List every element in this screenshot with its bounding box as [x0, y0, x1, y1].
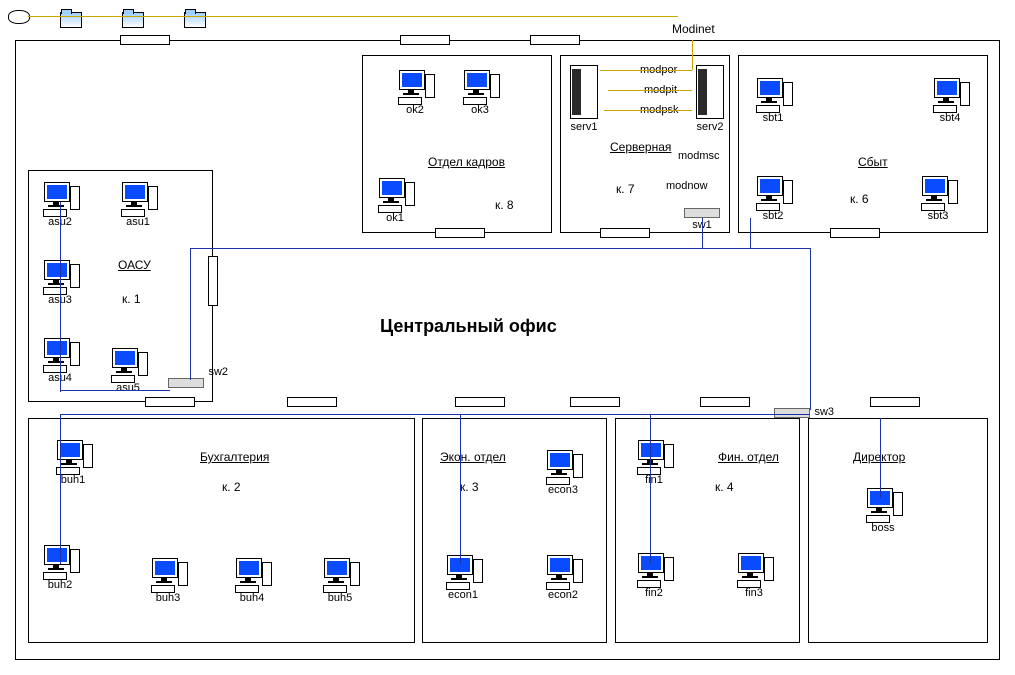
room-title-buh: Бухгалтерия — [200, 450, 269, 464]
pc-label: sbt4 — [940, 112, 961, 124]
pc-icon: buh5 — [320, 558, 360, 598]
door-icon — [600, 228, 650, 238]
door-icon — [435, 228, 485, 238]
pc-label: fin2 — [645, 587, 663, 599]
door-icon — [208, 256, 218, 306]
folder-icon — [184, 12, 206, 28]
pc-icon: buh1 — [53, 440, 93, 480]
pc-icon: sbt2 — [753, 176, 793, 216]
pc-label: buh4 — [240, 592, 264, 604]
door-icon — [530, 35, 580, 45]
pc-label: econ1 — [448, 589, 478, 601]
pc-label: sbt1 — [763, 112, 784, 124]
pc-icon: econ1 — [443, 555, 483, 595]
pc-label: asu5 — [116, 382, 140, 394]
server-label: serv2 — [697, 121, 724, 133]
room-title-hr: Отдел кадров — [428, 155, 505, 169]
pc-icon: sbt4 — [930, 78, 970, 118]
pc-icon: fin2 — [634, 553, 674, 593]
server-label: serv1 — [571, 121, 598, 133]
door-icon — [455, 397, 505, 407]
modinet-label: Modinet — [672, 22, 715, 36]
room-title-fin: Фин. отдел — [718, 450, 779, 464]
switch-icon: sw3 — [774, 408, 810, 418]
pc-icon: econ3 — [543, 450, 583, 490]
door-icon — [400, 35, 450, 45]
server-icon: serv2 — [696, 65, 724, 119]
room-number-sbyt: к. 6 — [850, 192, 869, 206]
door-icon — [570, 397, 620, 407]
pc-icon: asu1 — [118, 182, 158, 222]
server-icon: serv1 — [570, 65, 598, 119]
pc-icon: ok1 — [375, 178, 415, 218]
pc-icon: fin3 — [734, 553, 774, 593]
modem-label: modmsc — [678, 150, 720, 162]
room-number-econ: к. 3 — [460, 480, 479, 494]
folder-icon — [60, 12, 82, 28]
pc-label: buh2 — [48, 579, 72, 591]
door-icon — [145, 397, 195, 407]
pc-icon: sbt3 — [918, 176, 958, 216]
pc-label: econ3 — [548, 484, 578, 496]
pc-icon: buh3 — [148, 558, 188, 598]
room-number-buh: к. 2 — [222, 480, 241, 494]
door-icon — [120, 35, 170, 45]
room-title-oasu: ОАСУ — [118, 258, 151, 272]
folder-icon — [122, 12, 144, 28]
pc-icon: ok2 — [395, 70, 435, 110]
room-number-oasu: к. 1 — [122, 292, 141, 306]
switch-icon: sw2 — [168, 378, 204, 388]
room-title-econ: Экон. отдел — [440, 450, 506, 464]
pc-icon: fin1 — [634, 440, 674, 480]
door-icon — [870, 397, 920, 407]
diagram-stage: Modinet Центральный офис Отдел кадров к.… — [0, 0, 1015, 675]
pc-icon: econ2 — [543, 555, 583, 595]
pc-label: sbt3 — [928, 210, 949, 222]
pc-icon: buh4 — [232, 558, 272, 598]
pc-label: buh3 — [156, 592, 180, 604]
pc-icon: ok3 — [460, 70, 500, 110]
pc-icon: asu5 — [108, 348, 148, 388]
door-icon — [287, 397, 337, 407]
room-title-server: Серверная — [610, 140, 671, 154]
room-number-server: к. 7 — [616, 182, 635, 196]
room-number-hr: к. 8 — [495, 198, 514, 212]
cloud-icon — [8, 10, 30, 24]
pc-label: ok1 — [386, 212, 404, 224]
pc-label: boss — [871, 522, 894, 534]
room-title-sbyt: Сбыт — [858, 155, 888, 169]
switch-icon: sw1 — [684, 208, 720, 218]
pc-label: fin3 — [745, 587, 763, 599]
pc-label: econ2 — [548, 589, 578, 601]
door-icon — [830, 228, 880, 238]
pc-label: asu1 — [126, 216, 150, 228]
pc-label: sbt2 — [763, 210, 784, 222]
room-number-fin: к. 4 — [715, 480, 734, 494]
modem-label: modnow — [666, 180, 708, 192]
pc-label: fin1 — [645, 474, 663, 486]
pc-label: buh1 — [61, 474, 85, 486]
door-icon — [700, 397, 750, 407]
switch-label: sw3 — [814, 406, 834, 418]
pc-icon: sbt1 — [753, 78, 793, 118]
pc-label: ok3 — [471, 104, 489, 116]
pc-label: buh5 — [328, 592, 352, 604]
switch-label: sw2 — [208, 366, 228, 378]
main-title: Центральный офис — [380, 316, 557, 337]
pc-icon: boss — [863, 488, 903, 528]
pc-label: ok2 — [406, 104, 424, 116]
